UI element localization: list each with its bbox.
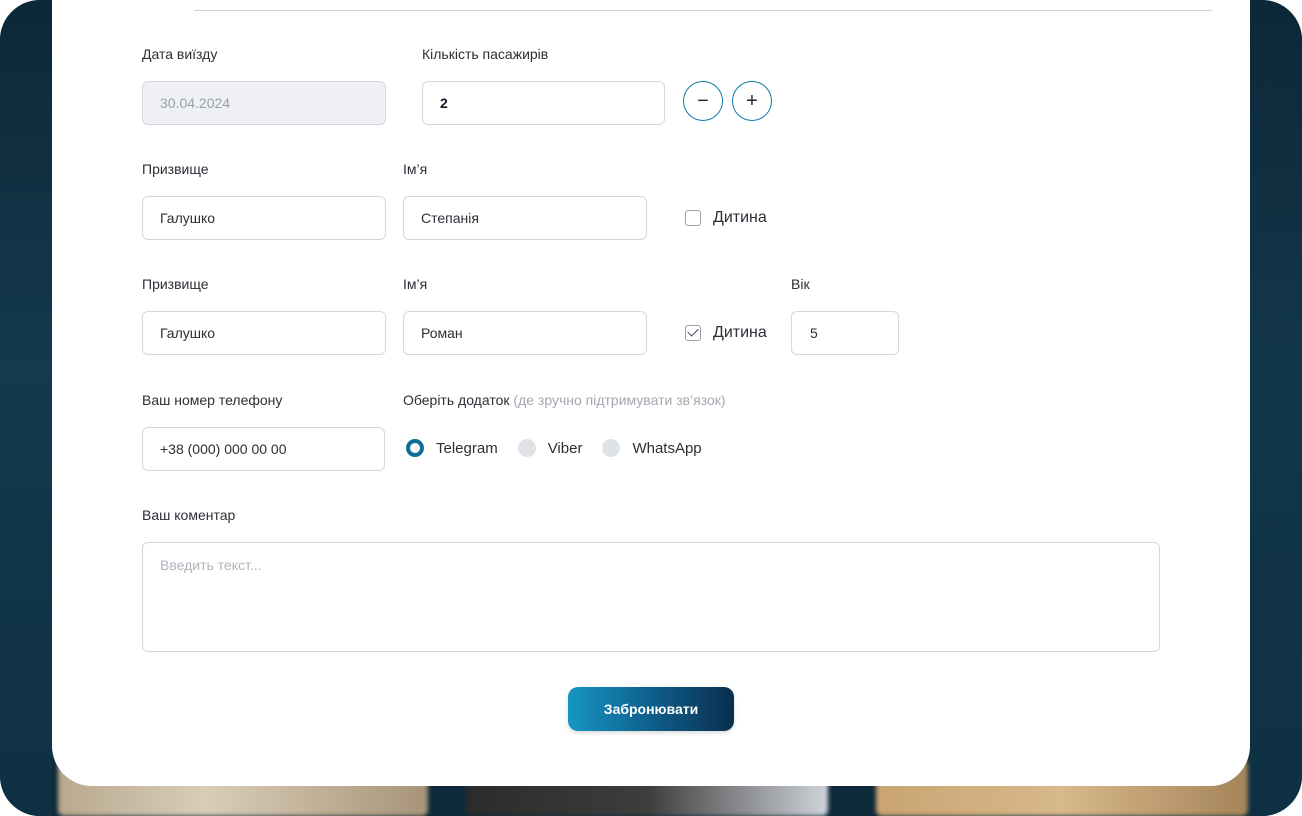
background-left (0, 0, 52, 816)
radio-whatsapp[interactable]: WhatsApp (602, 439, 702, 457)
age-label: Вік (791, 276, 810, 292)
name-label: Ім’я (403, 276, 428, 292)
child-checkbox-checked[interactable] (685, 325, 701, 341)
comment-textarea[interactable]: Введить текст... (142, 542, 1160, 652)
messenger-label-hint: (де зручно підтримувати зв’язок) (513, 392, 726, 408)
radio-selected-icon[interactable] (406, 439, 424, 457)
name-field[interactable]: Роман (403, 311, 647, 355)
radio-label: Viber (547, 439, 583, 457)
name-field[interactable]: Степанія (403, 196, 647, 240)
messenger-label: Оберіть додаток (де зручно підтримувати … (403, 392, 726, 408)
child-checkbox-label: Дитина (713, 324, 767, 341)
child-checkbox-label: Дитина (713, 209, 767, 226)
radio-label: WhatsApp (632, 439, 702, 457)
comment-label: Ваш коментар (142, 507, 236, 523)
messenger-label-text: Оберіть додаток (403, 392, 510, 408)
surname-label: Призвище (142, 161, 209, 177)
surname-field[interactable]: Галушко (142, 196, 386, 240)
radio-label: Telegram (436, 439, 498, 457)
surname-field[interactable]: Галушко (142, 311, 386, 355)
passenger-count-field[interactable]: 2 (422, 81, 665, 125)
phone-label: Ваш номер телефону (142, 392, 283, 408)
messenger-radio-group: Telegram Viber WhatsApp (406, 439, 722, 457)
radio-unselected-icon[interactable] (602, 439, 621, 457)
divider (194, 10, 1212, 11)
background-right (1247, 0, 1302, 816)
age-field[interactable]: 5 (791, 311, 899, 355)
passenger-count-label: Кількість пасажирів (422, 46, 549, 62)
departure-date-label: Дата виїзду (142, 46, 218, 62)
increment-passengers-button[interactable]: + (732, 81, 772, 121)
surname-label: Призвище (142, 276, 209, 292)
child-checkbox-row[interactable]: Дитина (685, 324, 767, 342)
book-button[interactable]: Забронювати (568, 687, 734, 731)
minus-icon: − (697, 89, 709, 112)
radio-viber[interactable]: Viber (517, 439, 583, 457)
departure-date-field: 30.04.2024 (142, 81, 386, 125)
decrement-passengers-button[interactable]: − (683, 81, 723, 121)
radio-unselected-icon[interactable] (517, 439, 536, 457)
child-checkbox-row[interactable]: Дитина (685, 209, 767, 227)
plus-icon: + (746, 89, 758, 112)
radio-telegram[interactable]: Telegram (406, 439, 498, 457)
child-checkbox[interactable] (685, 210, 701, 226)
phone-field[interactable]: +38 (000) 000 00 00 (142, 427, 385, 471)
name-label: Ім’я (403, 161, 428, 177)
